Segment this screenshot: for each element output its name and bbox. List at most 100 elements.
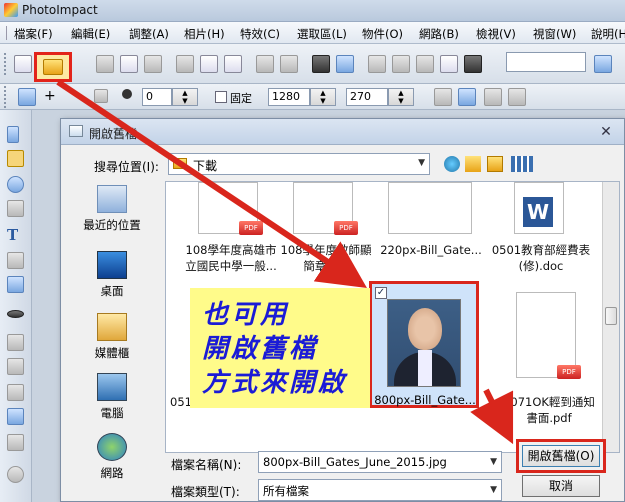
chevron-down-icon[interactable]: ▼ bbox=[490, 457, 497, 467]
text-tool-icon[interactable]: T bbox=[7, 226, 24, 244]
menu-adjust[interactable]: 調整(A) bbox=[129, 26, 169, 42]
pick-tool-icon[interactable] bbox=[7, 126, 19, 143]
soft-edge-icon bbox=[122, 89, 132, 99]
place-recent[interactable]: 最近的位置 bbox=[62, 185, 162, 233]
chevron-down-icon[interactable]: ▼ bbox=[490, 485, 497, 495]
computer-icon bbox=[97, 373, 127, 401]
fixed-checkbox[interactable] bbox=[215, 91, 227, 103]
filename-value: 800px-Bill_Gates_June_2015.jpg bbox=[263, 455, 447, 469]
chevron-down-icon: ▼ bbox=[418, 158, 425, 168]
height-field[interactable]: 270 bbox=[346, 88, 388, 106]
filename-input[interactable]: 800px-Bill_Gates_June_2015.jpg ▼ bbox=[258, 451, 502, 473]
place-network[interactable]: 網路 bbox=[62, 433, 162, 481]
file-list-scrollbar[interactable] bbox=[602, 182, 619, 452]
annotation-callout: 也可用 開啟舊檔 方式來開啟 bbox=[190, 288, 370, 408]
filetype-label: 檔案類型(T): bbox=[171, 485, 240, 499]
tool-c-icon[interactable] bbox=[416, 55, 434, 73]
camera-icon[interactable] bbox=[312, 55, 330, 73]
fill-tool-icon[interactable] bbox=[7, 434, 24, 451]
cancel-button[interactable]: 取消 bbox=[522, 475, 600, 497]
selection-mode-icon[interactable] bbox=[18, 88, 36, 106]
back-icon[interactable] bbox=[444, 156, 460, 172]
cut-icon[interactable] bbox=[176, 55, 194, 73]
scrollbar-thumb[interactable] bbox=[605, 307, 617, 325]
filetype-value: 所有檔案 bbox=[263, 484, 309, 498]
menu-edit[interactable]: 編輯(E) bbox=[71, 26, 110, 42]
view-menu-icon[interactable] bbox=[511, 156, 533, 172]
tool-d-icon[interactable] bbox=[440, 55, 458, 73]
new-file-icon[interactable] bbox=[14, 55, 32, 73]
lookin-dropdown[interactable]: 下載 ▼ bbox=[168, 153, 430, 175]
menu-effects[interactable]: 特效(C) bbox=[240, 26, 280, 42]
print-icon[interactable] bbox=[144, 55, 162, 73]
shape-icon[interactable] bbox=[94, 89, 108, 103]
portrait-thumbnail bbox=[387, 299, 461, 387]
landscape-thumbnail bbox=[388, 182, 472, 234]
open-button[interactable]: 開啟舊檔(O) bbox=[522, 445, 600, 467]
undo-icon[interactable] bbox=[256, 55, 274, 73]
up-folder-icon[interactable] bbox=[465, 156, 481, 172]
zoom-combo[interactable] bbox=[506, 52, 586, 72]
magic-wand-icon[interactable] bbox=[7, 200, 24, 217]
fixed-label: 固定 bbox=[230, 92, 252, 105]
place-libraries[interactable]: 媒體櫃 bbox=[62, 313, 162, 361]
desktop-icon bbox=[97, 251, 127, 279]
redo-icon[interactable] bbox=[280, 55, 298, 73]
document-thumbnail: PDF bbox=[198, 182, 263, 235]
menu-view[interactable]: 檢視(V) bbox=[476, 26, 516, 42]
selected-checkbox[interactable]: ✓ bbox=[375, 287, 387, 299]
crop-tool-icon[interactable] bbox=[7, 252, 24, 269]
menu-web[interactable]: 網路(B) bbox=[419, 26, 459, 42]
app-titlebar: PhotoImpact bbox=[0, 0, 625, 22]
tool-a-icon[interactable] bbox=[368, 55, 386, 73]
height-spinner[interactable]: ▲ ▼ bbox=[388, 88, 414, 106]
brush-tool-icon[interactable] bbox=[7, 358, 24, 375]
save-icon[interactable] bbox=[120, 55, 138, 73]
selected-file-item[interactable]: ✓ 800px-Bill_Gate... bbox=[369, 281, 479, 408]
lookin-value: 下載 bbox=[193, 159, 218, 173]
paste-icon[interactable] bbox=[224, 55, 242, 73]
web-icon[interactable] bbox=[336, 55, 354, 73]
hand-icon[interactable] bbox=[434, 88, 452, 106]
soft-edge-spinner[interactable]: ▲ ▼ bbox=[172, 88, 198, 106]
menu-help[interactable]: 說明(H) bbox=[591, 26, 625, 42]
menu-photo[interactable]: 相片(H) bbox=[184, 26, 225, 42]
eraser-tool-icon[interactable] bbox=[7, 408, 24, 425]
lasso-tool-icon[interactable] bbox=[7, 176, 24, 193]
new-folder-icon[interactable] bbox=[487, 156, 503, 172]
transform-tool-icon[interactable] bbox=[7, 276, 24, 293]
hand-active-icon[interactable] bbox=[458, 88, 476, 106]
pdf-icon: PDF bbox=[557, 365, 581, 379]
menu-file[interactable]: 檔案(F) bbox=[14, 26, 53, 42]
width-spinner[interactable]: ▲ ▼ bbox=[310, 88, 336, 106]
toolbar-grip bbox=[4, 53, 7, 75]
app-title: PhotoImpact bbox=[22, 3, 98, 17]
open-button-highlight: 開啟舊檔(O) bbox=[516, 439, 606, 473]
dialog-titlebar: 開啟舊檔 ✕ bbox=[61, 119, 624, 145]
menu-object[interactable]: 物件(O) bbox=[362, 26, 403, 42]
lookin-label: 搜尋位置(I): bbox=[94, 160, 159, 174]
width-field[interactable]: 1280 bbox=[268, 88, 310, 106]
eye-tool-icon[interactable] bbox=[7, 310, 24, 318]
tool-b-icon[interactable] bbox=[392, 55, 410, 73]
menu-selection[interactable]: 選取區(L) bbox=[297, 26, 347, 42]
color-swap-icon[interactable] bbox=[464, 55, 482, 73]
place-computer[interactable]: 電腦 bbox=[62, 373, 162, 421]
filetype-select[interactable]: 所有檔案 ▼ bbox=[258, 479, 502, 501]
place-desktop[interactable]: 桌面 bbox=[62, 251, 162, 299]
transform-icon[interactable] bbox=[484, 88, 502, 106]
soft-edge-value[interactable]: 0 bbox=[142, 88, 172, 106]
open-file-toolbar-button[interactable] bbox=[34, 52, 72, 82]
scanner-icon[interactable] bbox=[96, 55, 114, 73]
add-mode-icon[interactable]: + bbox=[44, 88, 56, 104]
portrait-shirt bbox=[418, 350, 432, 386]
copy-icon[interactable] bbox=[200, 55, 218, 73]
retouch-tool-icon[interactable] bbox=[7, 384, 24, 401]
crop-icon[interactable] bbox=[508, 88, 526, 106]
zoom-tool-icon[interactable] bbox=[7, 466, 24, 483]
close-icon[interactable]: ✕ bbox=[596, 123, 616, 141]
palette-icon[interactable] bbox=[594, 55, 612, 73]
selection-tool-icon[interactable] bbox=[7, 150, 24, 167]
paint-tool-icon[interactable] bbox=[7, 334, 24, 351]
menu-window[interactable]: 視窗(W) bbox=[533, 26, 576, 42]
